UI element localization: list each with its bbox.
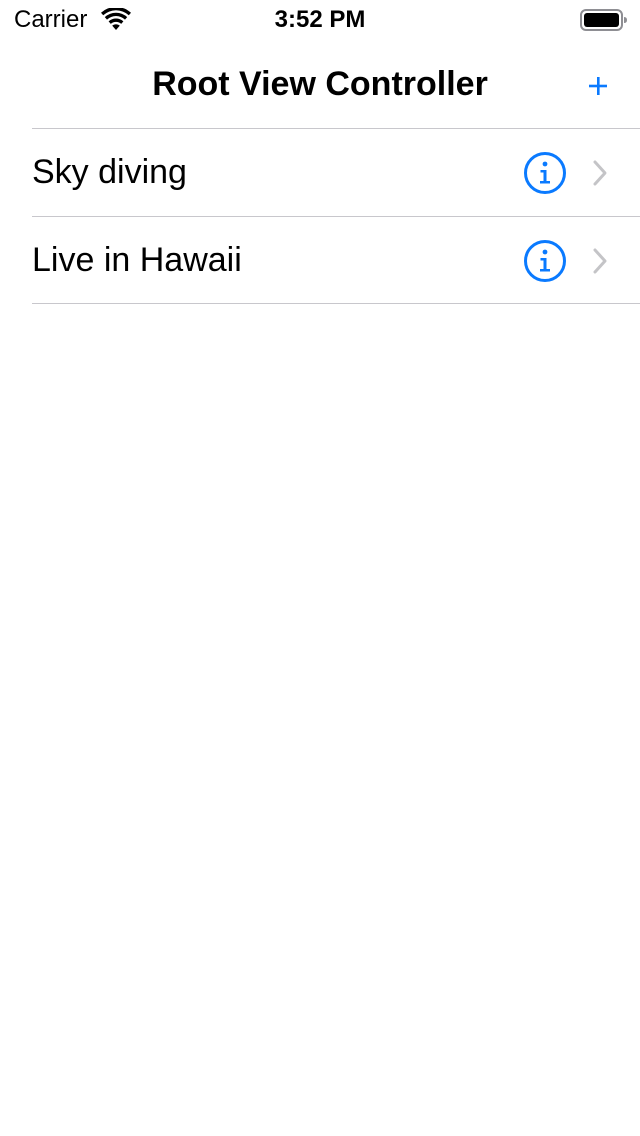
screen: Carrier 3:52 PM Root View Controller Sky… bbox=[0, 0, 640, 1136]
battery-full-icon bbox=[580, 9, 627, 31]
info-circle-icon[interactable] bbox=[523, 151, 567, 195]
row-label: Sky diving bbox=[32, 153, 187, 191]
navigation-bar: Root View Controller bbox=[0, 40, 640, 128]
table-view: Sky diving Live in Hawaii bbox=[0, 128, 640, 304]
row-label: Live in Hawaii bbox=[32, 241, 242, 279]
table-row[interactable]: Live in Hawaii bbox=[32, 216, 640, 304]
table-row[interactable]: Sky diving bbox=[32, 128, 640, 216]
status-time: 3:52 PM bbox=[274, 6, 366, 33]
page-title: Root View Controller bbox=[152, 65, 488, 103]
chevron-right-icon bbox=[593, 160, 607, 186]
add-button[interactable] bbox=[576, 66, 620, 106]
chevron-right-icon bbox=[593, 248, 607, 274]
info-circle-icon[interactable] bbox=[523, 239, 567, 283]
plus-icon bbox=[589, 77, 607, 95]
status-bar: Carrier 3:52 PM bbox=[0, 0, 640, 40]
